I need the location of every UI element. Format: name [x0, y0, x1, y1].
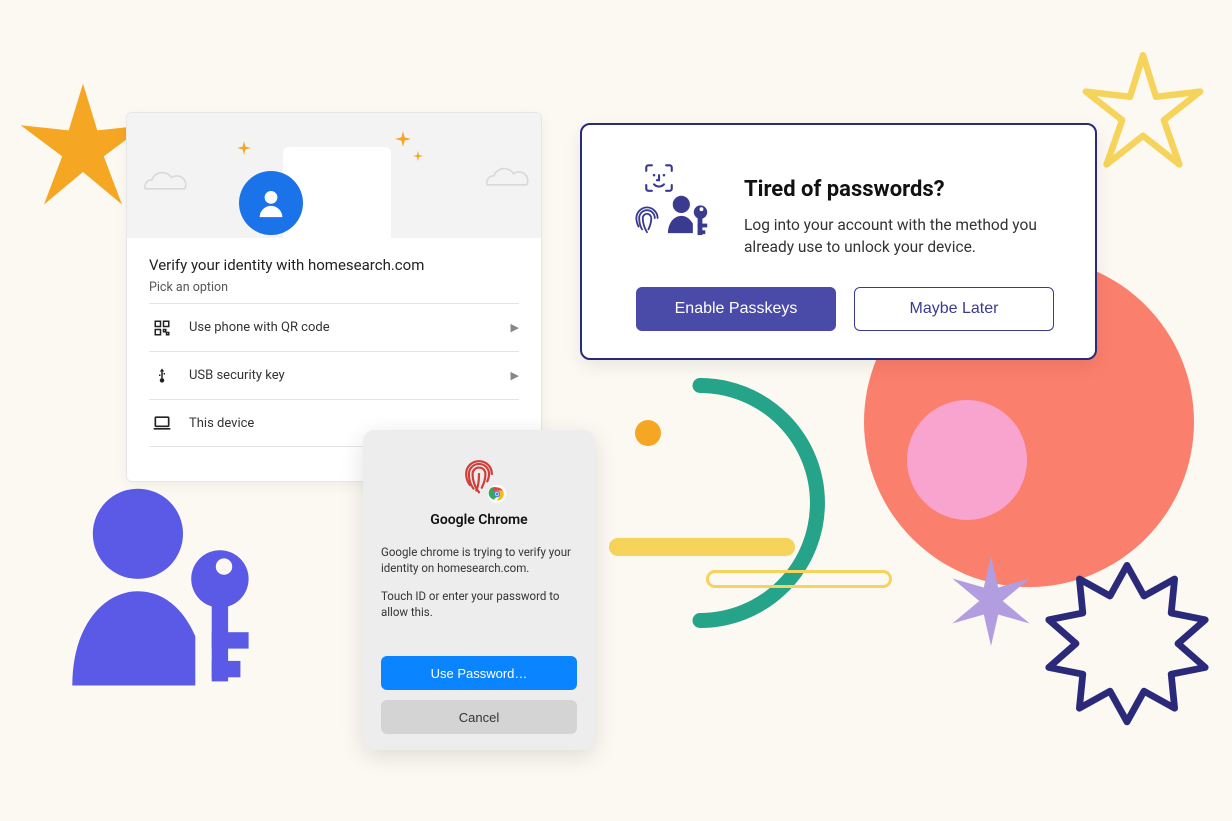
- qr-icon: [149, 319, 175, 337]
- option-usb[interactable]: USB security key ▶: [149, 351, 519, 399]
- pill-solid-icon: [609, 538, 795, 556]
- passkey-body: Log into your account with the method yo…: [744, 214, 1054, 259]
- chevron-right-icon: ▶: [511, 369, 519, 382]
- identity-dialog: Verify your identity with homesearch.com…: [126, 112, 542, 482]
- chrome-touchid-prompt: Google Chrome Google chrome is trying to…: [363, 430, 595, 750]
- option-label: This device: [175, 416, 519, 431]
- sparkle-icon: [413, 151, 423, 161]
- sparkle-icon: [237, 141, 251, 155]
- fingerprint-app-icon: [457, 452, 501, 500]
- star-yellow-outline-icon: [1078, 50, 1208, 180]
- starburst-navy-icon: [1042, 562, 1212, 732]
- sparkle-icon: [395, 131, 411, 147]
- burst-lavender-icon: [946, 556, 1036, 646]
- option-qr[interactable]: Use phone with QR code ▶: [149, 303, 519, 351]
- maybe-later-button[interactable]: Maybe Later: [854, 287, 1054, 331]
- option-label: USB security key: [175, 368, 511, 383]
- chrome-prompt-body1: Google chrome is trying to verify your i…: [381, 544, 577, 576]
- chrome-prompt-body2: Touch ID or enter your password to allow…: [381, 588, 577, 620]
- chrome-prompt-title: Google Chrome: [430, 512, 527, 528]
- identity-title: Verify your identity with homesearch.com: [149, 256, 519, 274]
- cloud-icon: [485, 165, 529, 187]
- circle-pink-icon: [907, 400, 1027, 520]
- avatar-icon: [239, 171, 303, 235]
- identity-subtitle: Pick an option: [149, 280, 519, 295]
- fingerprint-icon: [630, 201, 664, 235]
- option-label: Use phone with QR code: [175, 320, 511, 335]
- identity-header: [127, 113, 541, 238]
- cancel-button[interactable]: Cancel: [381, 700, 577, 734]
- arc-teal-icon: [575, 378, 825, 628]
- passkey-heading: Tired of passwords?: [744, 177, 1054, 202]
- faceid-icon: [642, 161, 676, 195]
- chrome-icon: [487, 484, 507, 504]
- enable-passkeys-button[interactable]: Enable Passkeys: [636, 287, 836, 331]
- laptop-icon: [149, 414, 175, 432]
- circle-orange-small-icon: [635, 420, 661, 446]
- cloud-icon: [143, 169, 187, 191]
- user-key-large-icon: [60, 478, 265, 688]
- passkey-icon-cluster: [636, 177, 716, 253]
- use-password-button[interactable]: Use Password…: [381, 656, 577, 690]
- chevron-right-icon: ▶: [511, 321, 519, 334]
- user-key-icon: [666, 191, 712, 237]
- passkey-banner: Tired of passwords? Log into your accoun…: [580, 123, 1097, 360]
- pill-outline-icon: [706, 570, 892, 588]
- usb-icon: [149, 367, 175, 385]
